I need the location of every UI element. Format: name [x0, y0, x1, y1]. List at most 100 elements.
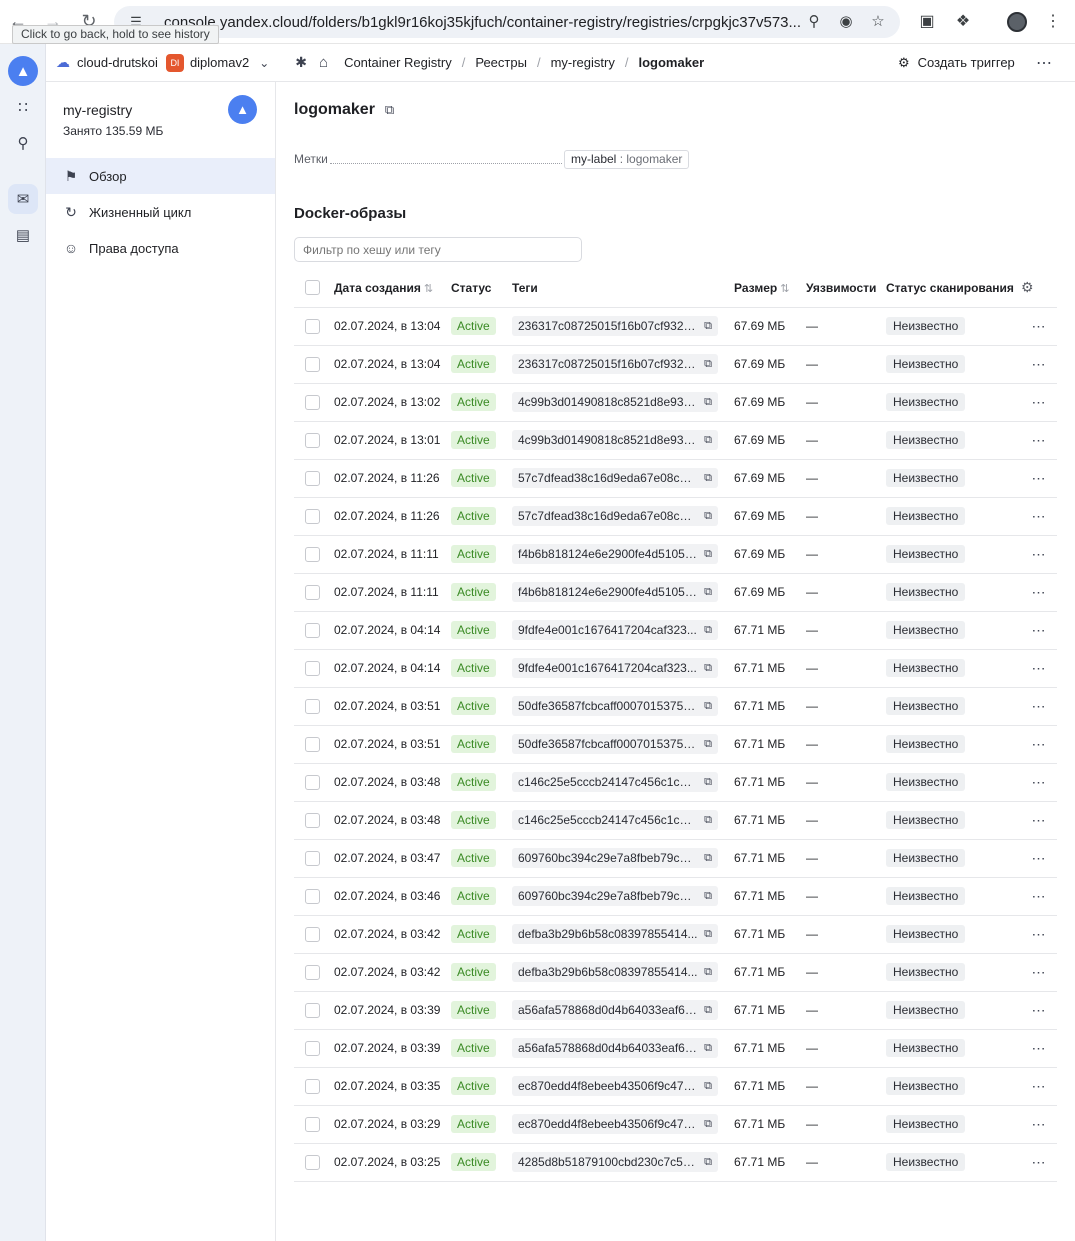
row-checkbox[interactable] — [305, 964, 320, 980]
cloud-selector[interactable]: ☁ cloud-drutskoi — [56, 54, 158, 71]
tag-chip[interactable]: ec870edd4f8ebeeb43506f9c479... ⧉ — [512, 1076, 718, 1096]
breadcrumb-container-registry[interactable]: Container Registry — [344, 55, 452, 70]
copy-icon[interactable]: ⧉ — [704, 852, 712, 865]
row-checkbox[interactable] — [305, 508, 320, 524]
column-created[interactable]: Дата создания ⇅ — [334, 269, 451, 308]
copy-icon[interactable]: ⧉ — [704, 890, 712, 903]
more-dots-icon[interactable]: ⋯ — [1032, 394, 1047, 410]
copy-icon[interactable]: ⧉ — [704, 358, 712, 371]
tag-chip[interactable]: c146c25e5cccb24147c456c1c64... ⧉ — [512, 810, 718, 830]
chevron-down-icon[interactable]: ⌄ — [259, 56, 269, 70]
inbox-icon[interactable]: ✉ — [8, 184, 38, 214]
tag-chip[interactable]: 9fdfe4e001c1676417204caf323... ⧉ — [512, 658, 718, 678]
row-checkbox[interactable] — [305, 850, 320, 866]
more-dots-icon[interactable]: ⋯ — [1032, 774, 1047, 790]
sidebar-item-overview[interactable]: ⚑ Обзор — [46, 158, 275, 194]
copy-icon[interactable]: ⧉ — [704, 814, 712, 827]
copy-icon[interactable]: ⧉ — [704, 510, 712, 523]
more-dots-icon[interactable]: ⋯ — [1032, 1040, 1047, 1056]
more-dots-icon[interactable]: ⋯ — [1032, 356, 1047, 372]
tag-chip[interactable]: 609760bc394c29e7a8fbeb79ca3... ⧉ — [512, 886, 718, 906]
more-dots-icon[interactable]: ⋯ — [1032, 318, 1047, 334]
table-row[interactable]: 02.07.2024, в 03:42 Active defba3b29b6b58c… — [294, 953, 1057, 992]
tag-chip[interactable]: 4c99b3d01490818c8521d8e937... ⧉ — [512, 430, 718, 450]
copy-icon[interactable]: ⧉ — [704, 738, 712, 751]
copy-icon[interactable]: ⧉ — [704, 1042, 712, 1055]
tag-chip[interactable]: c146c25e5cccb24147c456c1c64... ⧉ — [512, 772, 718, 792]
zoom-icon[interactable]: ⚲ — [804, 12, 824, 32]
kebab-icon[interactable]: ⋮ — [1042, 11, 1064, 33]
tag-chip[interactable]: 4c99b3d01490818c8521d8e937... ⧉ — [512, 392, 718, 412]
copy-icon[interactable]: ⧉ — [704, 320, 712, 333]
more-dots-icon[interactable]: ⋯ — [1032, 546, 1047, 562]
tag-chip[interactable]: ec870edd4f8ebeeb43506f9c479... ⧉ — [512, 1114, 718, 1134]
table-row[interactable]: 02.07.2024, в 13:04 Active 236317c08725015… — [294, 345, 1057, 384]
row-checkbox[interactable] — [305, 888, 320, 904]
tag-chip[interactable]: defba3b29b6b58c08397855414... ⧉ — [512, 924, 718, 944]
home-icon[interactable]: ⌂ — [319, 54, 328, 71]
copy-icon[interactable]: ⧉ — [704, 1080, 712, 1093]
row-checkbox[interactable] — [305, 774, 320, 790]
tag-chip[interactable]: a56afa578868d0d4b64033eaf6f... ⧉ — [512, 1038, 718, 1058]
copy-icon[interactable]: ⧉ — [704, 624, 712, 637]
table-row[interactable]: 02.07.2024, в 03:47 Active 609760bc394c29e… — [294, 839, 1057, 878]
copy-icon[interactable]: ⧉ — [704, 700, 712, 713]
tag-chip[interactable]: 236317c08725015f16b07cf9323... ⧉ — [512, 354, 718, 374]
row-checkbox[interactable] — [305, 356, 320, 372]
monitor-icon[interactable]: ▤ — [8, 220, 38, 250]
copy-icon[interactable]: ⧉ — [704, 662, 712, 675]
header-more-icon[interactable]: ⋯ — [1036, 53, 1052, 73]
row-checkbox[interactable] — [305, 926, 320, 942]
copy-icon[interactable]: ⧉ — [704, 1118, 712, 1131]
more-dots-icon[interactable]: ⋯ — [1032, 926, 1047, 942]
tag-chip[interactable]: 4285d8b51879100cbd230c7c55... ⧉ — [512, 1152, 718, 1172]
search-icon[interactable]: ⚲ — [8, 128, 38, 158]
table-row[interactable]: 02.07.2024, в 03:42 Active defba3b29b6b58c… — [294, 915, 1057, 954]
more-dots-icon[interactable]: ⋯ — [1032, 470, 1047, 486]
table-row[interactable]: 02.07.2024, в 03:25 Active 4285d8b51879100… — [294, 1143, 1057, 1182]
table-row[interactable]: 02.07.2024, в 03:48 Active c146c25e5cccb24… — [294, 763, 1057, 802]
row-checkbox[interactable] — [305, 394, 320, 410]
tag-chip[interactable]: 50dfe36587fcbcaff00070153752... ⧉ — [512, 696, 718, 716]
more-dots-icon[interactable]: ⋯ — [1032, 698, 1047, 714]
more-dots-icon[interactable]: ⋯ — [1032, 622, 1047, 638]
tag-chip[interactable]: 236317c08725015f16b07cf9323... ⧉ — [512, 316, 718, 336]
create-trigger-button[interactable]: ⚙ Создать триггер — [898, 55, 1015, 71]
table-row[interactable]: 02.07.2024, в 03:39 Active a56afa578868d0d… — [294, 1029, 1057, 1068]
row-checkbox[interactable] — [305, 1002, 320, 1018]
table-row[interactable]: 02.07.2024, в 03:46 Active 609760bc394c29e… — [294, 877, 1057, 916]
filter-input[interactable] — [294, 237, 582, 262]
pip-icon[interactable]: ▣ — [916, 11, 938, 33]
copy-icon[interactable]: ⧉ — [704, 434, 712, 447]
label-chip[interactable]: my-label : logomaker — [564, 150, 690, 169]
table-row[interactable]: 02.07.2024, в 11:11 Active f4b6b818124e6e2… — [294, 535, 1057, 574]
table-row[interactable]: 02.07.2024, в 13:01 Active 4c99b3d01490818… — [294, 421, 1057, 460]
table-row[interactable]: 02.07.2024, в 13:02 Active 4c99b3d01490818… — [294, 383, 1057, 422]
more-dots-icon[interactable]: ⋯ — [1032, 584, 1047, 600]
row-checkbox[interactable] — [305, 318, 320, 334]
more-dots-icon[interactable]: ⋯ — [1032, 888, 1047, 904]
copy-icon[interactable]: ⧉ — [704, 586, 712, 599]
row-checkbox[interactable] — [305, 546, 320, 562]
copy-icon[interactable]: ⧉ — [704, 548, 712, 561]
row-checkbox[interactable] — [305, 622, 320, 638]
table-row[interactable]: 02.07.2024, в 03:39 Active a56afa578868d0d… — [294, 991, 1057, 1030]
tag-chip[interactable]: 9fdfe4e001c1676417204caf323... ⧉ — [512, 620, 718, 640]
tag-chip[interactable]: f4b6b818124e6e2900fe4d5105e... ⧉ — [512, 544, 718, 564]
table-row[interactable]: 02.07.2024, в 04:14 Active 9fdfe4e001c1676… — [294, 649, 1057, 688]
tag-chip[interactable]: 57c7dfead38c16d9eda67e08c40... ⧉ — [512, 468, 718, 488]
breadcrumb-my-registry[interactable]: my-registry — [551, 55, 615, 70]
extensions-icon[interactable]: ❖ — [952, 11, 974, 33]
more-dots-icon[interactable]: ⋯ — [1032, 964, 1047, 980]
row-checkbox[interactable] — [305, 1040, 320, 1056]
table-row[interactable]: 02.07.2024, в 03:48 Active c146c25e5cccb24… — [294, 801, 1057, 840]
row-checkbox[interactable] — [305, 1078, 320, 1094]
select-all-checkbox[interactable] — [305, 280, 320, 296]
registry-icon[interactable]: ▲ — [8, 56, 38, 86]
more-dots-icon[interactable]: ⋯ — [1032, 1002, 1047, 1018]
sidebar-item-lifecycle[interactable]: ↻ Жизненный цикл — [46, 194, 275, 230]
row-checkbox[interactable] — [305, 584, 320, 600]
column-size[interactable]: Размер ⇅ — [734, 269, 806, 308]
table-row[interactable]: 02.07.2024, в 03:29 Active ec870edd4f8ebee… — [294, 1105, 1057, 1144]
profile-avatar[interactable] — [1007, 12, 1027, 32]
